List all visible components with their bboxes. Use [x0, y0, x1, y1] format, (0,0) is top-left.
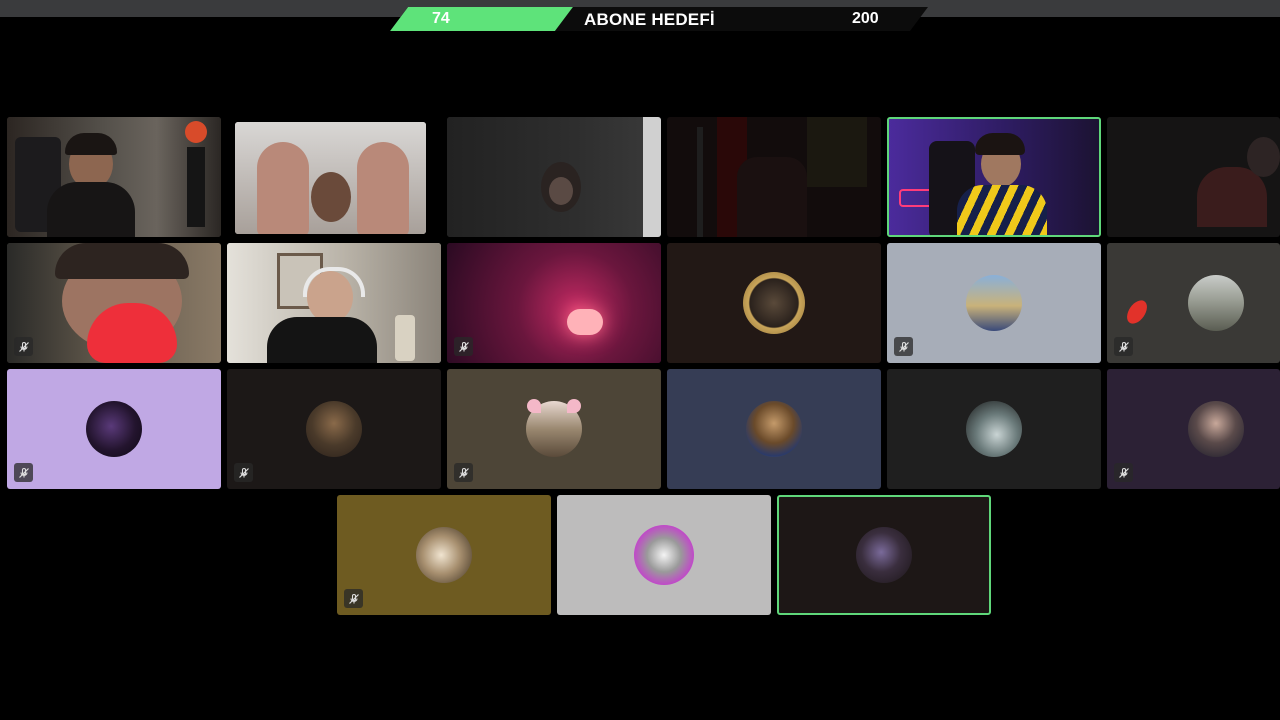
participant-tile-5[interactable]: [887, 117, 1101, 237]
participant-avatar: [306, 401, 362, 457]
participant-avatar: [966, 275, 1022, 331]
microphone-slash-icon: [458, 467, 469, 478]
participant-tile-19[interactable]: [337, 495, 551, 615]
participant-avatar: [634, 525, 694, 585]
participant-tile-4[interactable]: [667, 117, 881, 237]
subscriber-goal-progress: [390, 7, 573, 31]
participant-avatar: [743, 272, 805, 334]
participant-tile-12[interactable]: [1107, 243, 1280, 363]
muted-indicator: [894, 337, 913, 356]
participant-avatar: [966, 401, 1022, 457]
participant-tile-18[interactable]: [1107, 369, 1280, 489]
participant-tile-3[interactable]: [447, 117, 661, 237]
muted-indicator: [234, 463, 253, 482]
participant-tile-9[interactable]: [447, 243, 661, 363]
participant-tile-14[interactable]: [227, 369, 441, 489]
participant-avatar: [856, 527, 912, 583]
microphone-slash-icon: [18, 341, 29, 352]
microphone-slash-icon: [898, 341, 909, 352]
participant-avatar: [416, 527, 472, 583]
participant-avatar: [746, 401, 802, 457]
participant-tile-2[interactable]: [235, 122, 426, 234]
participant-tile-7[interactable]: [7, 243, 221, 363]
microphone-slash-icon: [18, 467, 29, 478]
muted-indicator: [1114, 463, 1133, 482]
participant-tile-15[interactable]: [447, 369, 661, 489]
participant-tile-6[interactable]: [1107, 117, 1280, 237]
goal-target-count: 200: [852, 10, 879, 27]
goal-title: ABONE HEDEFİ: [584, 10, 715, 29]
participant-avatar: [1188, 275, 1244, 331]
participant-tile-13[interactable]: [7, 369, 221, 489]
microphone-slash-icon: [238, 467, 249, 478]
participant-tile-11[interactable]: [887, 243, 1101, 363]
goal-current-count: 74: [432, 10, 450, 27]
participant-tile-8[interactable]: [227, 243, 441, 363]
participant-tile-20[interactable]: [557, 495, 771, 615]
microphone-slash-icon: [458, 341, 469, 352]
participant-avatar: [1188, 401, 1244, 457]
muted-indicator: [344, 589, 363, 608]
participant-avatar: [86, 401, 142, 457]
microphone-slash-icon: [1118, 341, 1129, 352]
participant-tile-10[interactable]: [667, 243, 881, 363]
muted-indicator: [1114, 337, 1133, 356]
participant-tile-17[interactable]: [887, 369, 1101, 489]
microphone-slash-icon: [348, 593, 359, 604]
participant-tile-21[interactable]: [777, 495, 991, 615]
muted-indicator: [454, 463, 473, 482]
participant-tile-1[interactable]: [7, 117, 221, 237]
muted-indicator: [14, 337, 33, 356]
muted-indicator: [14, 463, 33, 482]
muted-indicator: [454, 337, 473, 356]
microphone-slash-icon: [1118, 467, 1129, 478]
participant-tile-16[interactable]: [667, 369, 881, 489]
